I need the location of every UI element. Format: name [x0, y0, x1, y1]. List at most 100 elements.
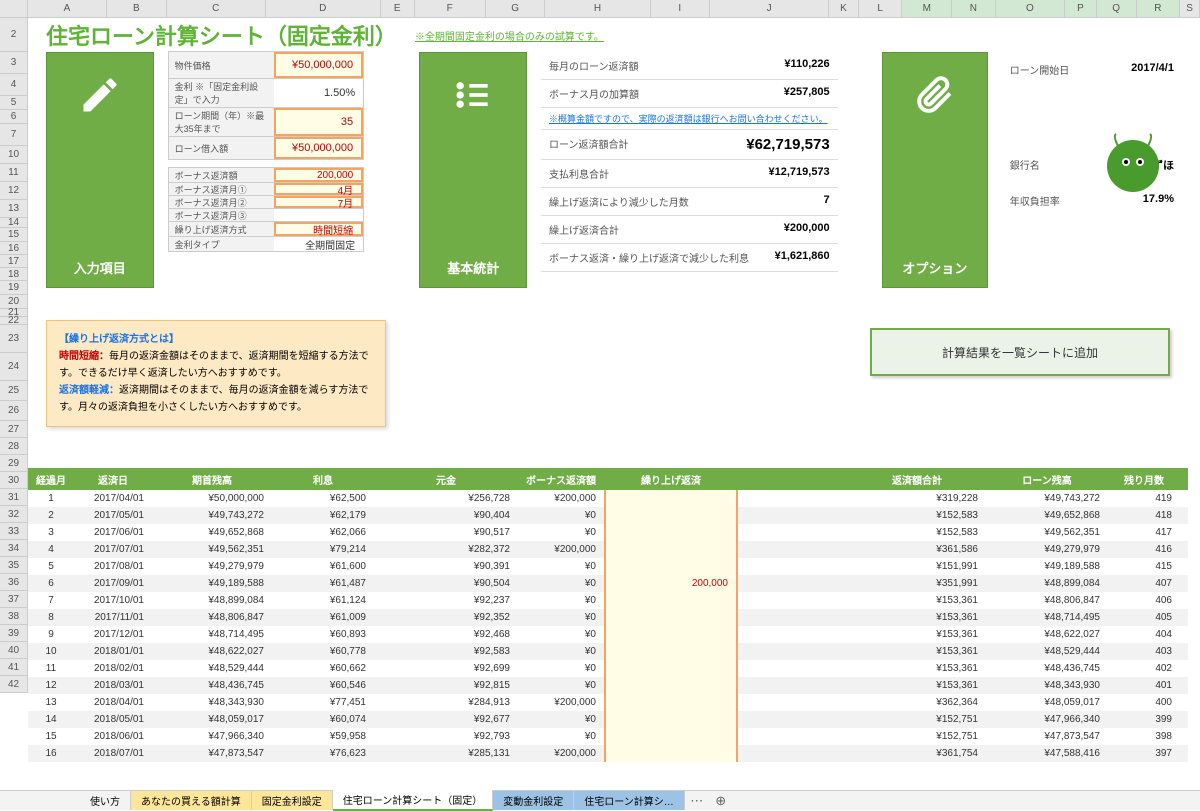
row-header[interactable]: 13 [0, 200, 28, 218]
repay-cell[interactable] [604, 609, 738, 626]
repay-cell[interactable] [604, 643, 738, 660]
col-header[interactable]: G [486, 0, 546, 17]
row-header[interactable]: 3 [0, 52, 28, 74]
col-header[interactable]: N [952, 0, 996, 17]
col-header[interactable]: S [1180, 0, 1200, 17]
row-header[interactable]: 26 [0, 401, 28, 421]
repay-cell[interactable] [604, 490, 738, 507]
table-row[interactable]: 12017/04/01¥50,000,000¥62,500¥256,728¥20… [28, 490, 1188, 507]
bm1-input[interactable]: 4月 [274, 183, 364, 195]
col-header[interactable]: A [28, 0, 107, 17]
rate-input[interactable]: 1.50% [274, 79, 364, 107]
tab-loan-fixed[interactable]: 住宅ローン計算シート（固定） [333, 790, 494, 811]
col-header[interactable]: M [902, 0, 952, 17]
col-header[interactable]: L [859, 0, 903, 17]
table-row[interactable]: 42017/07/01¥49,562,351¥79,214¥282,372¥20… [28, 541, 1188, 558]
col-header[interactable]: H [545, 0, 650, 17]
repay-cell[interactable] [604, 660, 738, 677]
table-row[interactable]: 32017/06/01¥49,652,868¥62,066¥90,517¥0¥1… [28, 524, 1188, 541]
col-header[interactable]: D [266, 0, 381, 17]
row-header[interactable]: 42 [0, 676, 28, 693]
row-header[interactable]: 35 [0, 557, 28, 574]
bonus-input[interactable]: 200,000 [274, 168, 364, 182]
table-row[interactable]: 122018/03/01¥48,436,745¥60,546¥92,815¥0¥… [28, 677, 1188, 694]
col-header[interactable]: J [710, 0, 829, 17]
row-header[interactable]: 36 [0, 574, 28, 591]
row-header[interactable]: 19 [0, 281, 28, 295]
table-row[interactable]: 22017/05/01¥49,743,272¥62,179¥90,404¥0¥1… [28, 507, 1188, 524]
row-header[interactable]: 33 [0, 523, 28, 540]
type-input[interactable]: 全期間固定 [274, 237, 364, 251]
row-header[interactable]: 25 [0, 381, 28, 401]
row-header[interactable]: 30 [0, 472, 28, 489]
repay-cell[interactable] [604, 507, 738, 524]
tab-add-icon[interactable]: ⊕ [709, 793, 733, 809]
table-row[interactable]: 52017/08/01¥49,279,979¥61,600¥90,391¥0¥1… [28, 558, 1188, 575]
col-header[interactable]: K [829, 0, 859, 17]
repay-cell[interactable]: 200,000 [604, 575, 738, 592]
tab-fixed-rate[interactable]: 固定金利設定 [252, 791, 333, 810]
table-row[interactable]: 162018/07/01¥47,873,547¥76,623¥285,131¥2… [28, 745, 1188, 762]
row-header[interactable]: 24 [0, 353, 28, 381]
tab-loan-var[interactable]: 住宅ローン計算シ… [574, 791, 685, 810]
repay-cell[interactable] [604, 541, 738, 558]
start-val[interactable]: 2017/4/1 [1090, 62, 1174, 77]
row-header[interactable]: 15 [0, 228, 28, 242]
repay-cell[interactable] [604, 728, 738, 745]
col-header[interactable]: O [996, 0, 1065, 17]
tab-affordable[interactable]: あなたの買える額計算 [131, 791, 252, 810]
row-header[interactable]: 28 [0, 438, 28, 455]
sheet-tabs[interactable]: 使い方 あなたの買える額計算 固定金利設定 住宅ローン計算シート（固定） 変動金… [0, 790, 1200, 810]
col-header[interactable]: Q [1097, 0, 1137, 17]
repay-cell[interactable] [604, 694, 738, 711]
row-header[interactable]: 11 [0, 164, 28, 182]
row-header[interactable]: 12 [0, 182, 28, 200]
row-header[interactable]: 23 [0, 325, 28, 353]
table-row[interactable]: 72017/10/01¥48,899,084¥61,124¥92,237¥0¥1… [28, 592, 1188, 609]
row-header[interactable]: 17 [0, 255, 28, 268]
loan-input[interactable]: ¥50,000,000 [274, 137, 364, 159]
row-header[interactable]: 6 [0, 110, 28, 124]
stats-link[interactable]: ※概算金額ですので、実際の返済額は銀行へお問い合わせください。 [541, 108, 838, 130]
row-header[interactable]: 38 [0, 608, 28, 625]
bm2-input[interactable]: 7月 [274, 196, 364, 208]
repay-cell[interactable] [604, 524, 738, 541]
row-header[interactable]: 5 [0, 96, 28, 110]
table-row[interactable]: 62017/09/01¥49,189,588¥61,487¥90,504¥020… [28, 575, 1188, 592]
row-header[interactable]: 2 [0, 18, 28, 52]
col-header[interactable]: F [415, 0, 486, 17]
period-input[interactable]: 35 [274, 108, 364, 136]
bm3-input[interactable] [274, 209, 364, 221]
table-row[interactable]: 112018/02/01¥48,529,444¥60,662¥92,699¥0¥… [28, 660, 1188, 677]
row-header[interactable]: 10 [0, 146, 28, 164]
table-row[interactable]: 102018/01/01¥48,622,027¥60,778¥92,583¥0¥… [28, 643, 1188, 660]
row-header[interactable]: 18 [0, 268, 28, 281]
tab-variable-rate[interactable]: 変動金利設定 [493, 791, 574, 810]
row-header[interactable]: 40 [0, 642, 28, 659]
repay-cell[interactable] [604, 677, 738, 694]
table-row[interactable]: 132018/04/01¥48,343,930¥77,451¥284,913¥2… [28, 694, 1188, 711]
row-header[interactable]: 34 [0, 540, 28, 557]
row-header[interactable]: 27 [0, 421, 28, 438]
repay-cell[interactable] [604, 626, 738, 643]
row-header[interactable]: 41 [0, 659, 28, 676]
row-header[interactable]: 4 [0, 74, 28, 96]
price-input[interactable]: ¥50,000,000 [274, 52, 364, 78]
row-header[interactable]: 37 [0, 591, 28, 608]
row-header[interactable]: 31 [0, 489, 28, 506]
repay-cell[interactable] [604, 558, 738, 575]
tab-usage[interactable]: 使い方 [80, 791, 131, 810]
tab-more-icon[interactable]: ⋯ [685, 793, 709, 809]
row-header[interactable]: 16 [0, 242, 28, 255]
repay-cell[interactable] [604, 745, 738, 762]
col-header[interactable]: R [1137, 0, 1181, 17]
col-header[interactable]: C [167, 0, 266, 17]
table-row[interactable]: 92017/12/01¥48,714,495¥60,893¥92,468¥0¥1… [28, 626, 1188, 643]
table-row[interactable]: 152018/06/01¥47,966,340¥59,958¥92,793¥0¥… [28, 728, 1188, 745]
row-header[interactable]: 29 [0, 455, 28, 472]
row-header[interactable]: 22 [0, 317, 28, 325]
row-header[interactable]: 32 [0, 506, 28, 523]
repay-cell[interactable] [604, 592, 738, 609]
col-header[interactable]: B [107, 0, 167, 17]
table-row[interactable]: 142018/05/01¥48,059,017¥60,074¥92,677¥0¥… [28, 711, 1188, 728]
